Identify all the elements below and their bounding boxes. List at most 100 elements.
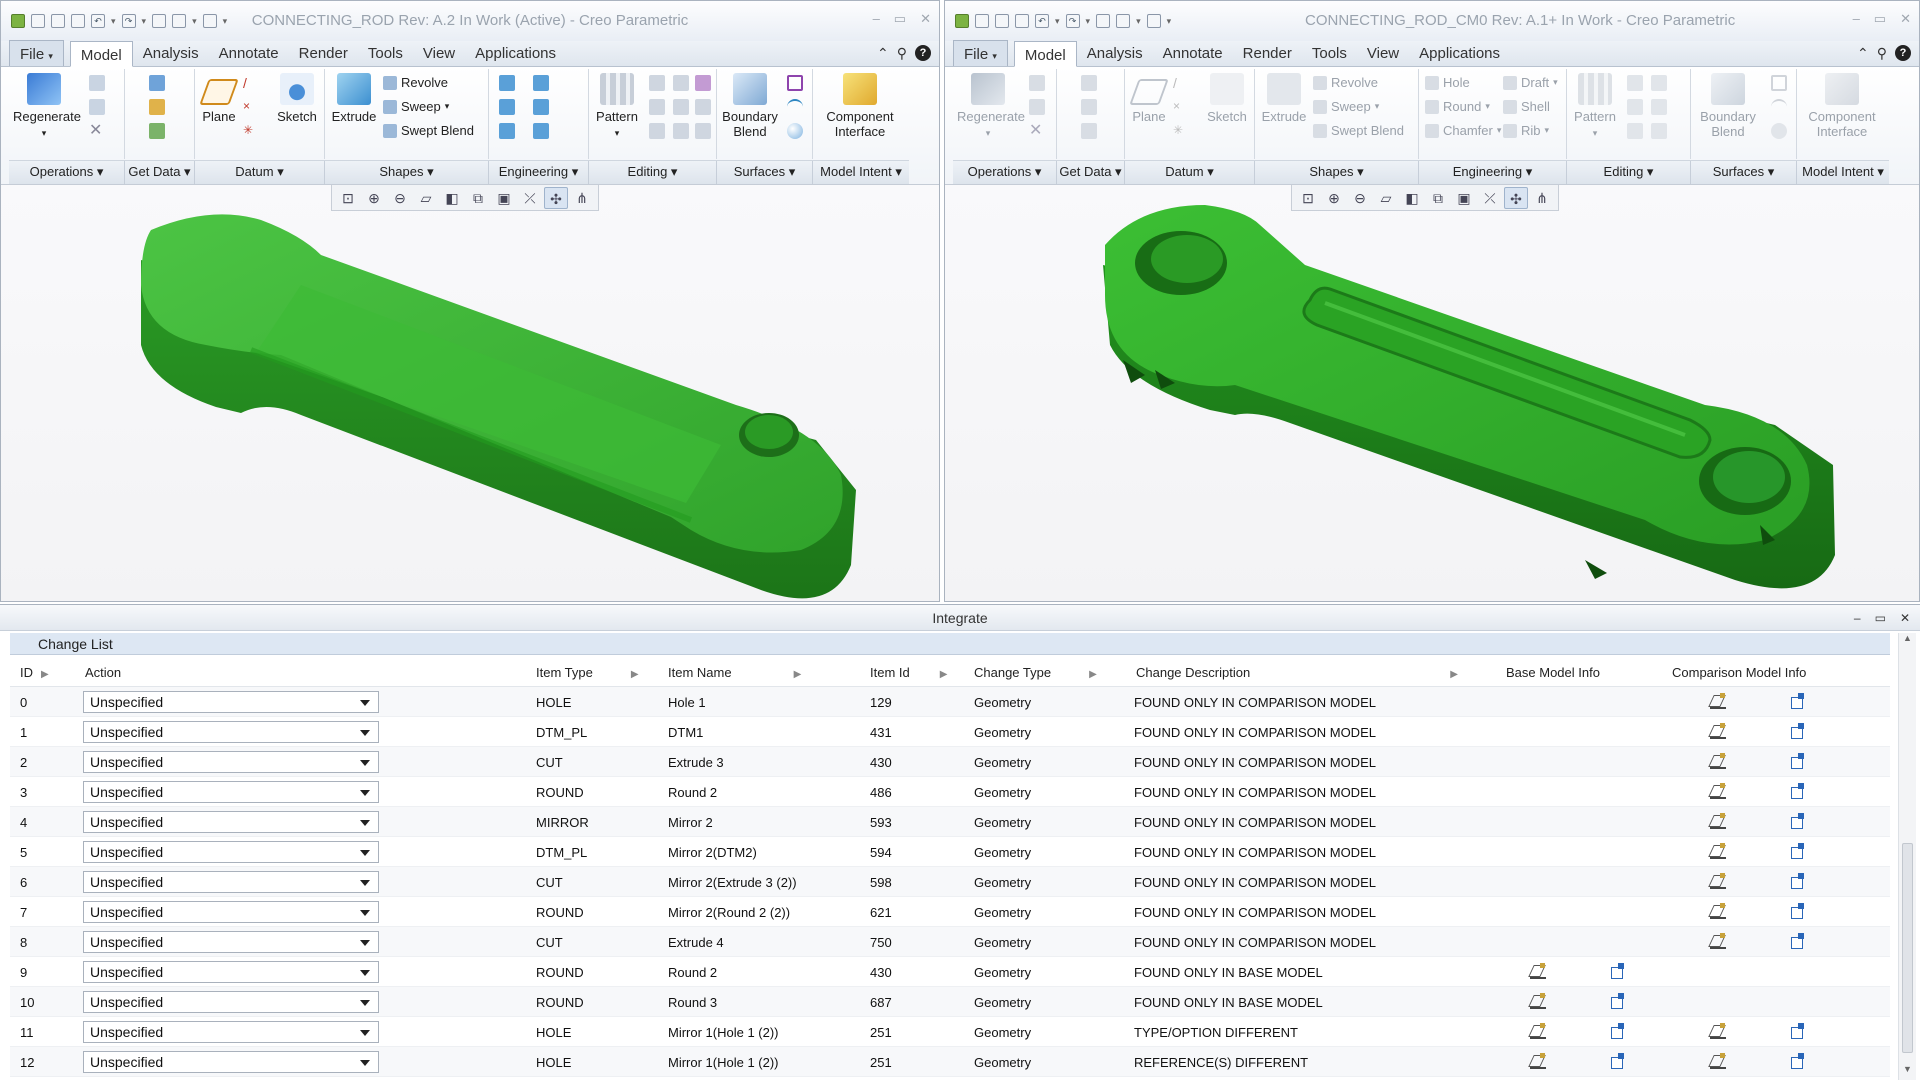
- new-file-icon[interactable]: [31, 14, 45, 28]
- base-connecting-rod-model[interactable]: [1, 185, 939, 601]
- minimize-icon[interactable]: –: [873, 11, 880, 27]
- scrollbar-thumb[interactable]: [1902, 843, 1913, 1053]
- freestyle-icon[interactable]: [787, 99, 803, 115]
- col-change-type[interactable]: Change Type ▶: [974, 665, 1097, 680]
- base-model-tree-icon[interactable]: [1610, 963, 1626, 979]
- chevron-down-icon[interactable]: ▾: [142, 16, 147, 27]
- search-icon[interactable]: ⚲: [897, 45, 907, 62]
- comparison-feature-info-icon[interactable]: [1710, 1023, 1726, 1039]
- comparison-feature-info-icon[interactable]: [1710, 1053, 1726, 1069]
- creo-app-icon[interactable]: [11, 14, 25, 28]
- action-select[interactable]: Unspecified: [83, 781, 379, 803]
- tab-applications[interactable]: Applications: [1409, 40, 1510, 66]
- comparison-model-tree-icon[interactable]: [1790, 813, 1806, 829]
- regenerate-button[interactable]: Regenerate ▾: [957, 73, 1025, 141]
- point-icon[interactable]: ×: [1173, 99, 1189, 115]
- scroll-down-icon[interactable]: ▼: [1899, 1064, 1916, 1080]
- save-icon[interactable]: [71, 14, 85, 28]
- comparison-feature-info-icon[interactable]: [1710, 873, 1726, 889]
- fill-icon[interactable]: [787, 75, 803, 91]
- pattern-button[interactable]: Pattern ▾: [1571, 73, 1619, 141]
- col-action[interactable]: Action: [85, 665, 121, 680]
- tab-applications[interactable]: Applications: [465, 40, 566, 66]
- action-select[interactable]: Unspecified: [83, 1021, 379, 1043]
- regenerate-button[interactable]: Regenerate ▾: [13, 73, 81, 141]
- comparison-model-tree-icon[interactable]: [1790, 1053, 1806, 1069]
- redo-icon[interactable]: ↷: [121, 14, 136, 28]
- creo-app-icon[interactable]: [955, 14, 969, 28]
- comparison-model-tree-icon[interactable]: [1790, 903, 1806, 919]
- intersect-icon[interactable]: [673, 123, 689, 139]
- table-row[interactable]: 9 Unspecified ROUND Round 2 430 Geometry FOUND…: [10, 957, 1890, 987]
- plane-button[interactable]: Plane: [1129, 73, 1169, 124]
- merge-icon[interactable]: [1627, 99, 1643, 115]
- customize-toolbar-icon[interactable]: ▾: [1167, 16, 1172, 27]
- chevron-down-icon[interactable]: ▾: [1086, 16, 1091, 27]
- comparison-feature-info-icon[interactable]: [1710, 933, 1726, 949]
- group-label-shapes[interactable]: Shapes ▾: [325, 161, 489, 184]
- minimize-icon[interactable]: –: [1853, 11, 1860, 27]
- save-icon[interactable]: [1015, 14, 1029, 28]
- graphics-window[interactable]: ⊡ ⊕ ⊖ ▱ ◧ ⧉ ▣ ⤫ ✣ ⋔: [945, 185, 1919, 601]
- base-feature-info-icon[interactable]: [1530, 1053, 1546, 1069]
- close-window-icon[interactable]: [1146, 14, 1161, 28]
- sphere-icon[interactable]: [1771, 123, 1787, 139]
- fill-icon[interactable]: [1771, 75, 1787, 91]
- undo-icon[interactable]: ↶: [91, 14, 105, 28]
- paste-icon[interactable]: [1029, 99, 1045, 115]
- rib-button[interactable]: Rib ▾: [1503, 123, 1549, 138]
- group-label-surfaces[interactable]: Surfaces ▾: [1691, 161, 1797, 184]
- sketch-button[interactable]: Sketch: [1203, 73, 1251, 124]
- action-select[interactable]: Unspecified: [83, 721, 379, 743]
- hole-button[interactable]: Hole: [1425, 75, 1470, 90]
- trim-icon[interactable]: [673, 99, 689, 115]
- action-select[interactable]: Unspecified: [83, 991, 379, 1013]
- change-list-header[interactable]: Change List: [10, 633, 1890, 655]
- table-row[interactable]: 11 Unspecified HOLE Mirror 1(Hole 1 (2)) 251…: [10, 1017, 1890, 1047]
- col-item-id[interactable]: Item Id ▶: [870, 665, 947, 680]
- collapse-ribbon-icon[interactable]: ⌃: [877, 45, 889, 62]
- group-label-engineering[interactable]: Engineering ▾: [489, 161, 589, 184]
- action-select[interactable]: Unspecified: [83, 841, 379, 863]
- base-model-tree-icon[interactable]: [1610, 993, 1626, 1009]
- chamfer-button[interactable]: Chamfer ▾: [1425, 123, 1501, 138]
- hole-icon[interactable]: [499, 75, 515, 91]
- round-button[interactable]: Round ▾: [1425, 99, 1490, 114]
- mirror-icon[interactable]: [1627, 75, 1643, 91]
- comparison-model-tree-icon[interactable]: [1790, 783, 1806, 799]
- comparison-model-tree-icon[interactable]: [1790, 843, 1806, 859]
- scroll-up-icon[interactable]: ▲: [1899, 633, 1916, 649]
- project-icon[interactable]: [1627, 123, 1643, 139]
- thicken-icon[interactable]: [695, 99, 711, 115]
- rib-icon[interactable]: [533, 123, 549, 139]
- table-row[interactable]: 8 Unspecified CUT Extrude 4 750 Geometry FOUND…: [10, 927, 1890, 957]
- action-select[interactable]: Unspecified: [83, 871, 379, 893]
- merge-icon[interactable]: [649, 99, 665, 115]
- tab-model[interactable]: Model: [1013, 41, 1077, 67]
- action-select[interactable]: Unspecified: [83, 1051, 379, 1073]
- comparison-connecting-rod-model[interactable]: [945, 185, 1919, 601]
- copy-geometry-icon[interactable]: [1081, 99, 1097, 115]
- col-item-type[interactable]: Item Type ▶: [536, 665, 639, 680]
- sketch-button[interactable]: Sketch: [273, 73, 321, 124]
- help-icon[interactable]: ?: [915, 45, 931, 61]
- point-icon[interactable]: ×: [243, 99, 259, 115]
- help-icon[interactable]: ?: [1895, 45, 1911, 61]
- col-base-model-info[interactable]: Base Model Info: [1506, 665, 1600, 680]
- pattern-button[interactable]: Pattern ▾: [593, 73, 641, 141]
- chevron-down-icon[interactable]: ▾: [111, 16, 116, 27]
- axis-icon[interactable]: /: [243, 75, 259, 91]
- tab-analysis[interactable]: Analysis: [133, 40, 209, 66]
- group-label-shapes[interactable]: Shapes ▾: [1255, 161, 1419, 184]
- group-label-model-intent[interactable]: Model Intent ▾: [813, 161, 909, 184]
- minimize-icon[interactable]: –: [1854, 605, 1861, 631]
- trim-icon[interactable]: [1651, 99, 1667, 115]
- search-icon[interactable]: ⚲: [1877, 45, 1887, 62]
- col-comparison-model-info[interactable]: Comparison Model Info: [1672, 665, 1806, 680]
- project-icon[interactable]: [649, 123, 665, 139]
- chevron-down-icon[interactable]: ▾: [192, 16, 197, 27]
- table-row[interactable]: 0 Unspecified HOLE Hole 1 129 Geometry FOUND O…: [10, 687, 1890, 717]
- copy-icon[interactable]: [1029, 75, 1045, 91]
- undo-icon[interactable]: ↶: [1035, 14, 1049, 28]
- base-model-tree-icon[interactable]: [1610, 1023, 1626, 1039]
